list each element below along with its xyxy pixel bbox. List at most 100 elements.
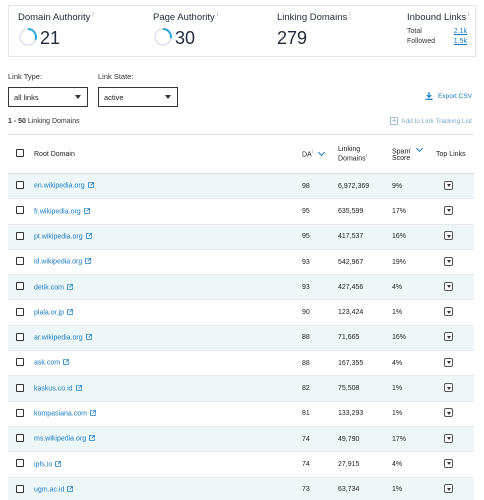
spam-score-value: 1%: [392, 477, 436, 500]
row-checkbox[interactable]: [16, 358, 24, 367]
export-csv-button[interactable]: Export CSV: [425, 92, 472, 100]
domain-authority-value: 21: [40, 28, 61, 48]
add-to-tracking-list-button[interactable]: + Add to Link Tracking List: [390, 117, 472, 125]
linking-domains-value: 6,972,369: [338, 173, 392, 200]
top-links-dropdown-icon[interactable]: [444, 408, 453, 418]
result-count: 1 - 50 Linking Domains: [8, 118, 80, 125]
table-row: ugm.ac.id 73 63,734 1%: [8, 477, 474, 500]
linking-domains-value: 75,508: [338, 375, 392, 402]
root-domain-link[interactable]: ms.wikipedia.org: [34, 436, 86, 443]
external-link-icon[interactable]: [85, 233, 92, 239]
external-link-icon[interactable]: [85, 258, 92, 265]
domain-authority-ring-icon: [19, 28, 37, 46]
column-top-links: Top Links: [436, 134, 474, 174]
root-domain-link[interactable]: fr.wikipedia.org: [34, 208, 81, 215]
column-da-label: DA: [302, 151, 312, 159]
root-domain-link[interactable]: ipfs.io: [34, 461, 52, 468]
root-domain-link[interactable]: plala.or.jp: [34, 309, 64, 316]
root-domain-link[interactable]: ar.wikipedia.org: [34, 335, 83, 342]
inbound-links-label: Inbound Links: [407, 12, 467, 24]
da-value: 90: [302, 299, 338, 326]
external-link-icon[interactable]: [67, 283, 73, 290]
external-link-icon[interactable]: [83, 207, 90, 214]
top-links-dropdown-icon[interactable]: [444, 484, 453, 494]
da-value: 73: [302, 477, 338, 500]
external-link-icon[interactable]: [85, 334, 92, 340]
spam-score-value: 4%: [392, 451, 436, 478]
external-link-icon[interactable]: [75, 384, 82, 391]
info-icon[interactable]: i: [92, 12, 93, 18]
external-link-icon[interactable]: [63, 359, 69, 366]
chevron-down-icon: [165, 95, 171, 99]
top-links-dropdown-icon[interactable]: [444, 180, 453, 190]
select-all-checkbox[interactable]: [16, 149, 24, 157]
row-checkbox[interactable]: [16, 307, 24, 316]
sort-chevron-icon[interactable]: [317, 148, 325, 156]
external-link-icon[interactable]: [87, 182, 94, 189]
top-links-dropdown-icon[interactable]: [444, 357, 453, 367]
root-domain-link[interactable]: detik.com: [34, 284, 64, 291]
top-links-dropdown-icon[interactable]: [444, 205, 453, 215]
table-row: en.wikipedia.org 98 6,972,369 9%: [8, 173, 474, 200]
link-state-select[interactable]: active: [98, 87, 178, 107]
info-icon[interactable]: i: [349, 12, 350, 18]
top-links-dropdown-icon[interactable]: [444, 458, 453, 468]
root-domain-link[interactable]: id.wikipedia.org: [34, 259, 82, 266]
row-checkbox[interactable]: [16, 181, 24, 190]
da-value: 88: [302, 350, 338, 377]
column-spam-label-1: Spam: [392, 148, 411, 156]
row-checkbox[interactable]: [16, 231, 24, 240]
inbound-total-value[interactable]: 2.1k: [454, 28, 467, 35]
row-checkbox[interactable]: [16, 332, 24, 341]
spam-score-value: 1%: [392, 401, 436, 427]
linking-domains-value: 542,967: [338, 249, 392, 276]
root-domain-link[interactable]: ask.com: [34, 360, 60, 367]
column-da[interactable]: DAi: [302, 134, 338, 174]
top-links-dropdown-icon[interactable]: [444, 433, 453, 443]
info-icon[interactable]: i: [410, 146, 411, 152]
external-link-icon[interactable]: [67, 486, 74, 492]
external-link-icon[interactable]: [55, 460, 62, 467]
info-icon[interactable]: i: [468, 12, 469, 18]
root-domain-link[interactable]: ugm.ac.id: [34, 486, 64, 493]
top-links-dropdown-icon[interactable]: [444, 281, 453, 291]
row-checkbox[interactable]: [16, 434, 24, 443]
linking-domains-value: 71,665: [338, 325, 392, 352]
top-links-dropdown-icon[interactable]: [444, 307, 453, 317]
top-links-dropdown-icon[interactable]: [444, 256, 453, 266]
column-linking-domains[interactable]: Linking Domainsi: [338, 134, 392, 174]
info-icon[interactable]: i: [366, 153, 367, 159]
external-link-icon[interactable]: [67, 308, 73, 315]
inbound-followed-value[interactable]: 1.5k: [454, 38, 467, 45]
root-domain-link[interactable]: kompasiana.com: [34, 411, 87, 418]
top-links-dropdown-icon[interactable]: [444, 332, 453, 342]
root-domain-link[interactable]: en.wikipedia.org: [34, 183, 85, 190]
top-links-dropdown-icon[interactable]: [444, 231, 453, 241]
row-checkbox[interactable]: [16, 383, 24, 392]
row-checkbox[interactable]: [16, 206, 24, 215]
external-link-icon[interactable]: [90, 410, 96, 416]
linking-domains-value: 635,599: [338, 198, 392, 225]
row-checkbox[interactable]: [16, 484, 24, 493]
linking-domains-value: 417,537: [338, 224, 392, 250]
column-spam-score[interactable]: Spami Score: [392, 134, 436, 174]
inbound-followed-row: Followed 1.5k: [407, 38, 467, 45]
linking-domains-value: 167,355: [338, 350, 392, 377]
row-checkbox[interactable]: [16, 282, 24, 291]
root-domain-link[interactable]: kaskus.co.id: [34, 385, 73, 392]
row-checkbox[interactable]: [16, 459, 24, 468]
row-checkbox[interactable]: [16, 257, 24, 266]
column-root-domain[interactable]: Root Domain: [34, 134, 302, 174]
row-checkbox[interactable]: [16, 408, 24, 417]
root-domain-link[interactable]: pt.wikipedia.org: [34, 233, 83, 240]
link-type-select[interactable]: all links: [8, 87, 88, 107]
info-icon[interactable]: i: [312, 149, 313, 155]
da-value: 93: [302, 249, 338, 276]
top-links-dropdown-icon[interactable]: [444, 383, 453, 393]
info-icon[interactable]: i: [217, 12, 218, 18]
da-value: 93: [302, 274, 338, 301]
external-link-icon[interactable]: [89, 435, 96, 442]
page-authority-ring-icon: [154, 28, 172, 46]
link-state-label: Link State:: [98, 72, 134, 81]
sort-chevron-icon[interactable]: [416, 145, 424, 153]
